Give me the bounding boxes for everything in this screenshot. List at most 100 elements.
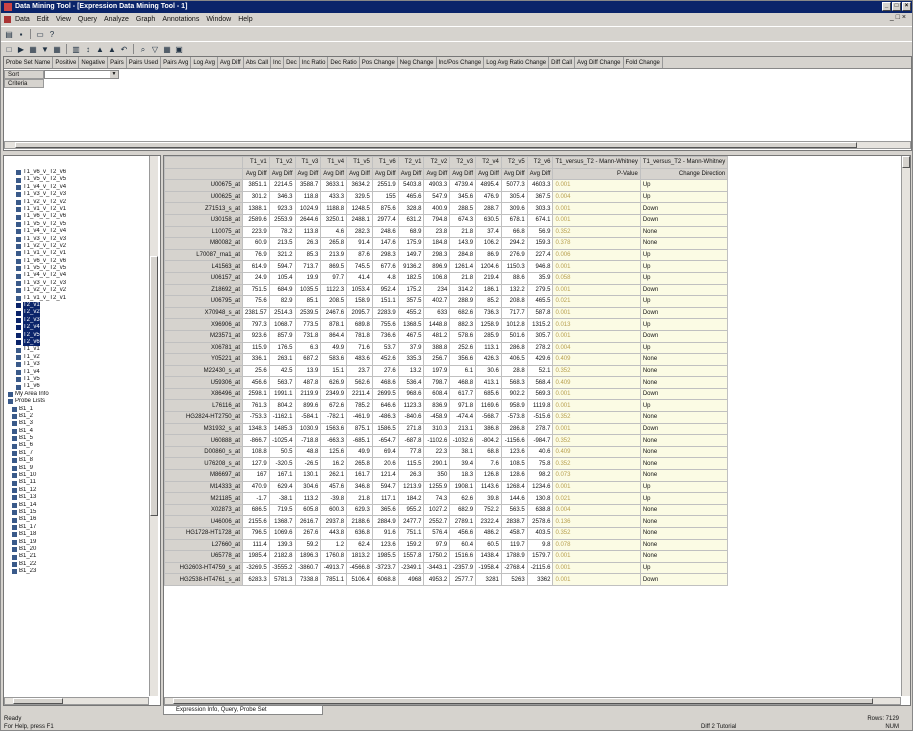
tree-item[interactable]: B1_4 <box>6 428 146 435</box>
table-row[interactable]: L70087_rna1_at 76.9 321.2 85.3 213.9 87.6 298.… <box>164 248 729 262</box>
tree-item[interactable]: B1_1 <box>6 406 146 413</box>
row-header[interactable]: M21185_at <box>164 492 243 505</box>
tree-item[interactable]: T1_v4_v_T2_v4 <box>6 228 146 235</box>
tree-item[interactable]: B1_3 <box>6 420 146 427</box>
grid-hscroll[interactable] <box>164 697 901 705</box>
table-row[interactable]: L76116_at 761.3 804.2 899.6 672.6 785.2 646.6 1… <box>164 399 729 413</box>
table-row[interactable]: Z18692_at 751.5 684.9 1035.5 1122.3 1053.4 952… <box>164 283 729 297</box>
column-header[interactable]: T1_versus_T2 - Mann-Whitney <box>639 156 729 169</box>
table-row[interactable]: U65778_at 1985.4 2182.8 1896.3 1760.8 1813.2 1… <box>164 550 729 563</box>
tree-item[interactable]: T1_v6_v_T2_v6 <box>6 169 146 176</box>
table-row[interactable]: HG2824-HT2750_at -753.3 -1162.1 -584.1 -782.… <box>164 411 729 424</box>
tree-item[interactable]: B1_12 <box>6 487 146 494</box>
tree-item[interactable]: T1_v4 <box>6 369 146 376</box>
row-header[interactable]: U76208_s_at <box>164 457 243 471</box>
row-header[interactable]: M22430_s_at <box>164 364 243 378</box>
tree-item[interactable]: B1_9 <box>6 465 146 472</box>
tree-item[interactable]: T1_v1_v_T2_v1 <box>6 206 146 213</box>
grid-vscroll[interactable] <box>901 156 910 696</box>
tree-item[interactable]: B1_21 <box>6 553 146 560</box>
query-column-header[interactable]: Pairs <box>108 57 127 68</box>
table-row[interactable]: M14333_at 470.9 629.4 304.6 457.6 346.8 594.7 1… <box>164 480 729 494</box>
column-header[interactable]: T2_v3 <box>449 156 477 169</box>
row-header[interactable]: HG1728-HT1728_at <box>164 527 243 540</box>
sort-icon[interactable]: ↕ <box>83 44 93 54</box>
table-row[interactable]: U00625_at 301.2 346.3 118.8 433.3 329.5 155 465… <box>164 190 729 204</box>
tree-item[interactable]: B1_23 <box>6 568 146 575</box>
tree-item[interactable]: B1_18 <box>6 531 146 538</box>
column-header[interactable]: T1_versus_T2 - Mann-Whitney <box>552 156 641 169</box>
tree-vscroll[interactable] <box>149 156 158 696</box>
menu-annotations[interactable]: Annotations <box>162 16 199 23</box>
row-header[interactable]: L41563_at <box>164 260 243 273</box>
table-row[interactable]: U06157_at 24.9 105.4 19.9 97.7 41.4 4.8 182.5 10… <box>164 271 729 285</box>
tree-item[interactable]: T1_v5_v_T2_v5 <box>6 176 146 183</box>
table-row[interactable]: X96906_at 797.3 1068.7 773.5 878.1 689.8 755.6… <box>164 318 729 331</box>
table-row[interactable]: M22430_s_at 25.6 42.5 13.9 15.1 23.7 27.6 13.2 1… <box>164 364 729 378</box>
grid-icon[interactable]: ▦ <box>28 44 38 54</box>
tree-item[interactable]: T1_v3_v_T2_v3 <box>6 191 146 198</box>
column-header[interactable]: T2_v2 <box>423 156 451 169</box>
layout-icon[interactable]: ▦ <box>162 44 172 54</box>
query-column-header[interactable]: Inc Ratio <box>300 57 329 68</box>
row-header[interactable]: X02873_at <box>164 503 243 517</box>
row-header[interactable]: M31932_s_at <box>164 422 243 436</box>
query-column-header[interactable]: Inc/Pos Change <box>437 57 485 68</box>
new-query-icon[interactable]: □ <box>4 44 14 54</box>
tree-item[interactable]: B1_5 <box>6 435 146 442</box>
row-header[interactable]: U00675_at <box>164 179 243 192</box>
column-header[interactable]: T1_v4 <box>320 156 348 169</box>
tree-item[interactable]: T1_v2 <box>6 354 146 361</box>
row-header[interactable]: HG2824-HT2750_at <box>164 411 243 424</box>
table-row[interactable]: X06781_at 115.9 176.5 6.3 49.9 71.6 53.7 37.9 38… <box>164 341 729 355</box>
tree-item[interactable]: B1_6 <box>6 442 146 449</box>
tree-item[interactable]: T1_v2_v_T2_v2 <box>6 243 146 250</box>
table-row[interactable]: M86697_at 167 167.1 130.1 262.1 161.7 121.4 26.… <box>164 469 729 482</box>
query-column-header[interactable]: Log Avg Ratio Change <box>484 57 550 68</box>
warning-icon[interactable]: ▲ <box>107 44 117 54</box>
table-row[interactable]: U59306_at 456.6 563.7 487.8 626.9 562.6 468.6 5… <box>164 376 729 389</box>
table-row[interactable]: X70948_s_at 2381.57 2514.3 2539.5 2467.6 2095… <box>164 306 729 320</box>
filter-icon[interactable]: ▼ <box>40 44 50 54</box>
tree-item[interactable]: T1_v2_v_T2_v2 <box>6 199 146 206</box>
table-icon[interactable]: ▦ <box>52 44 62 54</box>
query-column-header[interactable]: Pos Change <box>360 57 398 68</box>
table-row[interactable]: M31932_s_at 1348.3 1485.3 1030.9 1563.6 875.1… <box>164 422 729 436</box>
tree-item[interactable]: T1_v3_v_T2_v3 <box>6 236 146 243</box>
row-header[interactable]: L76116_at <box>164 399 243 413</box>
row-header[interactable]: Z71513_s_at <box>164 202 243 215</box>
table-row[interactable]: M80082_at 60.9 213.5 26.3 265.8 91.4 147.6 175.… <box>164 237 729 250</box>
row-header[interactable]: U65778_at <box>164 550 243 563</box>
table-row[interactable]: Y05221_at 336.1 263.1 687.2 583.6 483.6 452.6 3… <box>164 353 729 366</box>
tree-item[interactable]: T1_v4_v_T2_v4 <box>6 272 146 279</box>
row-header[interactable]: U59306_at <box>164 376 243 389</box>
column-header[interactable]: T1_v3 <box>294 156 322 169</box>
table-row[interactable]: U76208_s_at 127.9 -320.5 -26.5 16.2 265.8 20.6… <box>164 457 729 471</box>
window-icon[interactable]: ▣ <box>174 44 184 54</box>
tree-item[interactable]: T1_v5_v_T2_v5 <box>6 221 146 228</box>
tree-item[interactable]: T1_v3 <box>6 361 146 368</box>
query-column-header[interactable]: Dec <box>284 57 300 68</box>
query-column-header[interactable]: Avg Diff Change <box>575 57 624 68</box>
tree-item[interactable]: B1_11 <box>6 479 146 486</box>
minimize-button[interactable]: _ <box>882 2 891 11</box>
row-header[interactable]: U30158_at <box>164 213 243 227</box>
query-column-header[interactable]: Inc <box>271 57 285 68</box>
menu-query[interactable]: Query <box>78 16 97 23</box>
row-header[interactable]: D00860_s_at <box>164 445 243 459</box>
row-header[interactable]: M14333_at <box>164 480 243 494</box>
row-header[interactable]: U06795_at <box>164 295 243 308</box>
find-icon[interactable]: ⌕ <box>138 44 148 54</box>
query-column-header[interactable]: Neg Change <box>398 57 437 68</box>
tree-item[interactable]: T1_v6_v_T2_v6 <box>6 213 146 220</box>
query-column-header[interactable]: Dec Ratio <box>328 57 360 68</box>
row-header[interactable]: Y05221_at <box>164 353 243 366</box>
table-row[interactable]: M23571_at 923.6 857.9 731.8 864.4 781.8 736.6 4… <box>164 329 729 343</box>
filter-funnel-icon[interactable]: ▽ <box>150 44 160 54</box>
menu-window[interactable]: Window <box>206 16 231 23</box>
table-row[interactable]: U00675_at 3851.1 2214.5 3588.7 3633.1 3634.2 2… <box>164 179 729 192</box>
row-header[interactable]: U60888_at <box>164 434 243 447</box>
table-row[interactable]: U06795_at 75.6 82.9 85.1 208.5 158.9 151.1 357.… <box>164 295 729 308</box>
row-header[interactable]: L10075_at <box>164 225 243 239</box>
column-header[interactable]: T2_v4 <box>475 156 502 169</box>
